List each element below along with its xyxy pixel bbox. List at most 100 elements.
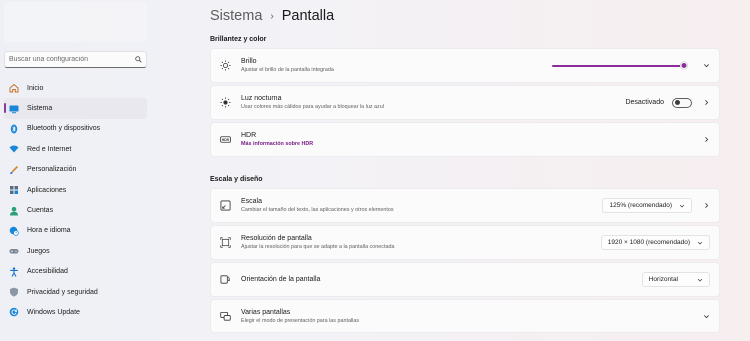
system-icon [9,104,19,114]
scale-dropdown-value: 125% (recomendado) [609,202,672,209]
brush-icon [9,165,19,175]
resolution-subtitle: Ajustar la resolución para que se adapte… [241,244,395,250]
svg-text:HDR: HDR [222,138,230,142]
night-light-card[interactable]: Luz nocturna Usar colores más cálidos pa… [210,85,720,120]
resolution-card[interactable]: Resolución de pantalla Ajustar la resolu… [210,225,720,260]
night-light-icon [220,97,231,108]
night-light-toggle[interactable] [672,97,692,108]
chevron-down-icon[interactable] [702,62,710,70]
globe-clock-icon [9,226,19,236]
account-icon [9,206,19,216]
shield-icon [9,287,19,297]
brightness-slider-fill [552,64,684,67]
chevron-right-icon[interactable] [702,99,710,107]
search-input[interactable] [9,56,134,63]
sidebar-item-privacidad[interactable]: Privacidad y seguridad [4,282,147,302]
multiple-displays-card[interactable]: Varias pantallas Elegir el modo de prese… [210,299,720,333]
resolution-text: Resolución de pantalla Ajustar la resolu… [241,235,394,250]
resolution-icon [220,237,231,248]
sidebar-item-label: Bluetooth y dispositivos [27,125,101,133]
chevron-down-icon[interactable] [702,312,710,320]
brightness-card[interactable]: Brillo Ajustar el brillo de la pantalla … [210,48,720,83]
section-title-scale: Escala y diseño [210,176,263,183]
resolution-dropdown[interactable]: 1920 × 1080 (recomendado) [600,235,710,250]
sidebar-item-label: Cuentas [27,207,54,215]
orientation-dropdown-value: Horizontal [648,276,678,283]
home-icon [9,83,19,93]
night-light-state: Desactivado [625,99,664,106]
chevron-right-icon[interactable] [702,202,710,210]
sidebar-item-personalizacion[interactable]: Personalización [4,160,147,180]
sidebar-item-label: Hora e idioma [27,227,71,235]
sidebar-item-hora[interactable]: Hora e idioma [4,221,147,241]
sidebar-item-label: Inicio [27,84,44,92]
resolution-controls: 1920 × 1080 (recomendado) [600,235,710,250]
orientation-dropdown[interactable]: Horizontal [641,272,710,287]
search-box[interactable] [4,51,147,68]
sidebar-item-accesibilidad[interactable]: Accesibilidad [4,262,147,282]
brightness-subtitle: Ajustar el brillo de la pantalla integra… [241,67,334,73]
hdr-text: HDR Más información sobre HDR [241,132,313,147]
orientation-card[interactable]: Orientación de la pantalla Horizontal [210,262,720,297]
sidebar-item-label: Red e Internet [27,145,72,153]
sidebar-item-sistema[interactable]: Sistema [4,98,147,119]
resolution-title: Resolución de pantalla [241,235,312,242]
sidebar-item-label: Personalización [27,166,77,174]
orientation-title: Orientación de la pantalla [241,276,321,283]
scale-text: Escala Cambiar el tamaño del texto, las … [241,198,394,213]
accessibility-icon [9,267,19,277]
main-content: Sistema › Pantalla Brillantez y color Br… [210,0,720,341]
breadcrumb-separator: › [270,10,274,22]
account-header[interactable] [4,2,147,42]
sidebar: Inicio Sistema Bluetooth y dispositivos … [0,0,155,341]
sidebar-item-label: Accesibilidad [27,268,68,276]
sidebar-item-label: Aplicaciones [27,186,67,194]
sidebar-item-label: Juegos [27,247,50,255]
page-title: Pantalla [281,8,335,24]
scale-subtitle: Cambiar el tamaño del texto, las aplicac… [241,207,394,213]
multiple-displays-controls [692,312,710,320]
toggle-knob [675,100,680,105]
sidebar-item-cuentas[interactable]: Cuentas [4,200,147,220]
hdr-title: HDR [241,132,257,139]
hdr-controls [692,136,710,144]
night-light-text: Luz nocturna Usar colores más cálidos pa… [241,95,384,110]
orientation-icon [220,274,231,285]
sidebar-item-aplicaciones[interactable]: Aplicaciones [4,180,147,200]
sun-icon [220,60,231,71]
sidebar-item-label: Windows Update [27,308,80,316]
multiple-displays-text: Varias pantallas Elegir el modo de prese… [241,309,359,324]
hdr-card[interactable]: HDR HDR Más información sobre HDR [210,122,720,157]
brightness-slider-thumb[interactable] [680,61,688,69]
breadcrumb-parent[interactable]: Sistema [210,8,262,24]
night-light-title: Luz nocturna [241,95,282,102]
orientation-text: Orientación de la pantalla [241,276,320,283]
brightness-title: Brillo [241,58,257,65]
section-title-brightness: Brillantez y color [210,36,267,43]
multiple-displays-subtitle: Elegir el modo de presentación para las … [241,317,360,324]
sidebar-item-red[interactable]: Red e Internet [4,139,147,159]
chevron-right-icon[interactable] [702,136,710,144]
scale-icon [220,200,231,211]
sidebar-item-juegos[interactable]: Juegos [4,241,147,261]
scale-card[interactable]: Escala Cambiar el tamaño del texto, las … [210,188,720,223]
search-icon[interactable] [134,56,142,64]
multiple-displays-icon [220,311,231,322]
brightness-text: Brillo Ajustar el brillo de la pantalla … [241,58,334,73]
sidebar-item-windows-update[interactable]: Windows Update [4,302,147,322]
scale-dropdown[interactable]: 125% (recomendado) [602,198,692,213]
chevron-down-icon [679,203,685,209]
brightness-controls [552,61,710,70]
bluetooth-icon [9,124,19,134]
sidebar-item-inicio[interactable]: Inicio [4,78,147,98]
sidebar-item-bluetooth[interactable]: Bluetooth y dispositivos [4,119,147,139]
apps-icon [9,185,19,195]
wifi-icon [9,144,19,154]
hdr-icon: HDR [220,134,231,145]
chevron-down-icon [697,240,703,246]
hdr-learn-more-link[interactable]: Más información sobre HDR [241,141,313,147]
resolution-dropdown-value: 1920 × 1080 (recomendado) [607,239,690,246]
sidebar-item-label: Privacidad y seguridad [27,288,98,296]
brightness-slider[interactable] [552,61,688,70]
multiple-displays-title: Varias pantallas [241,308,291,316]
